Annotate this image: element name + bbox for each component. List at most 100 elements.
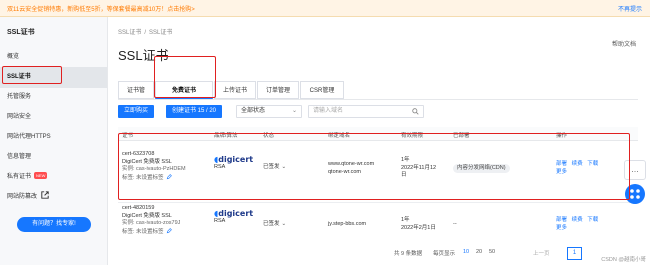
breadcrumb: SSL证书 / SSL证书 xyxy=(118,27,172,36)
buy-now-button[interactable]: 立即购买 xyxy=(118,105,155,118)
bound-domain: qtone-wr.com xyxy=(328,168,362,175)
deployed-value: -- xyxy=(453,221,457,227)
certificate-tags[interactable]: 标签: 未设置标签 xyxy=(122,173,186,183)
deployed-badge: 内容分发网络(CDN) xyxy=(453,164,510,173)
edit-icon[interactable] xyxy=(166,227,172,234)
table-header: 证书 品牌/算法 状态 绑定域名 有效期限 已部署 操作 xyxy=(118,127,638,141)
more-link[interactable]: 更多 xyxy=(556,225,567,231)
sidebar-item-private-certificates[interactable]: 私有证书 NEW xyxy=(0,167,107,188)
external-link-icon xyxy=(41,191,49,199)
sidebar-item-label: 网站安全 xyxy=(7,114,32,120)
renew-link[interactable]: 续费 xyxy=(572,217,583,223)
sidebar-item-label: 信息管理 xyxy=(7,154,32,160)
brand-cell: ◖digicert RSA xyxy=(214,210,253,225)
certificate-id: cert-4820159 xyxy=(122,205,155,211)
validity-duration: 1年 xyxy=(401,157,410,163)
more-link[interactable]: 更多 xyxy=(556,169,567,175)
status-text: 已签发 xyxy=(263,221,280,227)
download-link[interactable]: 下载 xyxy=(587,161,598,167)
table-row: cert-6323708 DigiCert 免费版 SSL 实例: cas-iv… xyxy=(118,141,638,203)
validity-date: 2022年2月1日 xyxy=(401,224,436,231)
current-page-button[interactable]: 1 xyxy=(567,247,582,260)
breadcrumb-item[interactable]: SSL证书 xyxy=(118,30,141,36)
chat-float-button[interactable]: … xyxy=(624,160,646,180)
breadcrumb-item: SSL证书 xyxy=(149,30,173,36)
sidebar-item-managed-service[interactable]: 托管服务 xyxy=(0,87,107,108)
promo-notice-bar: 双11云安全促销特惠，新购低至5折，等保套餐最高减10万！点击抢购> 不再提示 xyxy=(0,0,650,17)
help-docs-link[interactable]: 帮助文档 xyxy=(612,39,636,48)
tab-csr-management[interactable]: CSR管理 xyxy=(300,81,344,99)
sidebar-item-overview[interactable]: 概览 xyxy=(0,47,107,68)
column-header-deployed: 已部署 xyxy=(453,133,470,139)
table-row: cert-4820159 DigiCert 免费版 SSL 实例: cas-iv… xyxy=(118,203,638,253)
sidebar-item-label: 概览 xyxy=(7,54,20,60)
sidebar-item-label: 托管服务 xyxy=(7,94,32,100)
tab-upload-certificate[interactable]: 上传证书 xyxy=(214,81,256,99)
certificate-product: DigiCert 免费版 SSL xyxy=(122,158,172,165)
renew-link[interactable]: 续费 xyxy=(572,161,583,167)
promo-notice-text[interactable]: 双11云安全促销特惠，新购低至5折，等保套餐最高减10万！点击抢购> xyxy=(7,4,195,13)
status-cell[interactable]: 已签发 ⌄ xyxy=(263,221,286,229)
algorithm: RSA xyxy=(214,217,226,224)
sidebar-title: SSL证书 xyxy=(7,29,35,36)
sidebar-item-label: 网站代理HTTPS xyxy=(7,134,51,140)
tab-order-management[interactable]: 订单管理 xyxy=(257,81,299,99)
certificate-id: cert-6323708 xyxy=(122,151,155,157)
per-page-label: 每页显示 xyxy=(433,251,456,257)
sidebar-item-website-security[interactable]: 网站安全 xyxy=(0,107,107,128)
sidebar-item-label: 网站防篡改 xyxy=(7,194,38,200)
sidebar-item-website-proxy-https[interactable]: 网站代理HTTPS xyxy=(0,127,107,148)
tab-label: CSR管理 xyxy=(309,88,335,94)
column-header-validity: 有效期限 xyxy=(401,133,424,139)
dismiss-notice-link[interactable]: 不再提示 xyxy=(618,4,642,13)
tab-label: 上传证书 xyxy=(222,88,247,94)
page-size-option[interactable]: 20 xyxy=(476,249,482,255)
validity-cell: 1年 2022年2月1日 xyxy=(401,217,436,232)
sidebar-item-ssl-certificates[interactable]: SSL证书 xyxy=(0,67,107,88)
sidebar-item-tamper-protection[interactable]: 网站防篡改 xyxy=(0,187,107,208)
tag-label: 标签: 未设置标签 xyxy=(122,228,164,235)
breadcrumb-separator: / xyxy=(144,30,147,36)
validity-date-suffix: 日 xyxy=(401,172,407,178)
tab-label: 免费证书 xyxy=(171,88,196,94)
brand-cell: ◖digicert RSA xyxy=(214,156,253,171)
page-size-option[interactable]: 10 xyxy=(463,249,469,255)
certificate-cell: cert-6323708 DigiCert 免费版 SSL 实例: cas-iv… xyxy=(122,151,186,182)
status-cell[interactable]: 已签发 ⌄ xyxy=(263,164,286,172)
certificate-cell: cert-4820159 DigiCert 免费版 SSL 实例: cas-iv… xyxy=(122,205,180,236)
algorithm: RSA xyxy=(214,163,226,170)
download-link[interactable]: 下载 xyxy=(587,217,598,223)
domain-search-input[interactable]: 请输入域名 xyxy=(308,105,424,118)
certificate-instance: 实例: cas-ivauto-zos79J xyxy=(122,220,181,226)
bound-domain: jy.step-bbs.com xyxy=(328,221,367,227)
domain-cell: jy.step-bbs.com xyxy=(328,221,366,229)
tabs-divider xyxy=(118,99,638,100)
column-header-certificate: 证书 xyxy=(122,133,134,139)
digicert-logo: ◖digicert xyxy=(214,210,253,218)
sidebar-item-info-management[interactable]: 信息管理 xyxy=(0,147,107,168)
chevron-down-icon: ⌄ xyxy=(291,108,297,114)
sidebar-item-label: 私有证书 xyxy=(7,174,32,180)
create-certificate-button[interactable]: 创建证书 15 / 20 xyxy=(166,105,223,118)
certificate-instance: 实例: cas-ivauto-PzHDEM xyxy=(122,166,186,172)
deploy-link[interactable]: 部署 xyxy=(556,161,567,167)
column-header-actions: 操作 xyxy=(556,133,568,139)
status-filter-select[interactable]: 全部状态 ⌄ xyxy=(236,105,302,118)
ask-expert-button[interactable]: 有问题？找专家! xyxy=(17,217,91,232)
previous-page-button[interactable]: 上一页 xyxy=(533,249,550,257)
deployed-cell: -- xyxy=(453,221,457,229)
chevron-down-icon: ⌄ xyxy=(281,164,287,170)
edit-icon[interactable] xyxy=(166,173,172,180)
tab-certificate-management[interactable]: 证书管理 xyxy=(118,81,154,112)
page-size-option[interactable]: 50 xyxy=(489,249,495,255)
page-title: SSL证书 xyxy=(118,48,169,63)
search-icon[interactable] xyxy=(412,108,419,115)
tag-label: 标签: 未设置标签 xyxy=(122,174,164,181)
tab-free-certificates[interactable]: 免费证书 xyxy=(155,81,213,99)
status-text: 已签发 xyxy=(263,164,280,170)
deploy-link[interactable]: 部署 xyxy=(556,217,567,223)
certificate-tags[interactable]: 标签: 未设置标签 xyxy=(122,227,180,237)
chevron-down-icon: ⌄ xyxy=(281,221,287,227)
deployed-cell: 内容分发网络(CDN) xyxy=(453,164,510,173)
apps-float-button[interactable] xyxy=(625,184,645,204)
